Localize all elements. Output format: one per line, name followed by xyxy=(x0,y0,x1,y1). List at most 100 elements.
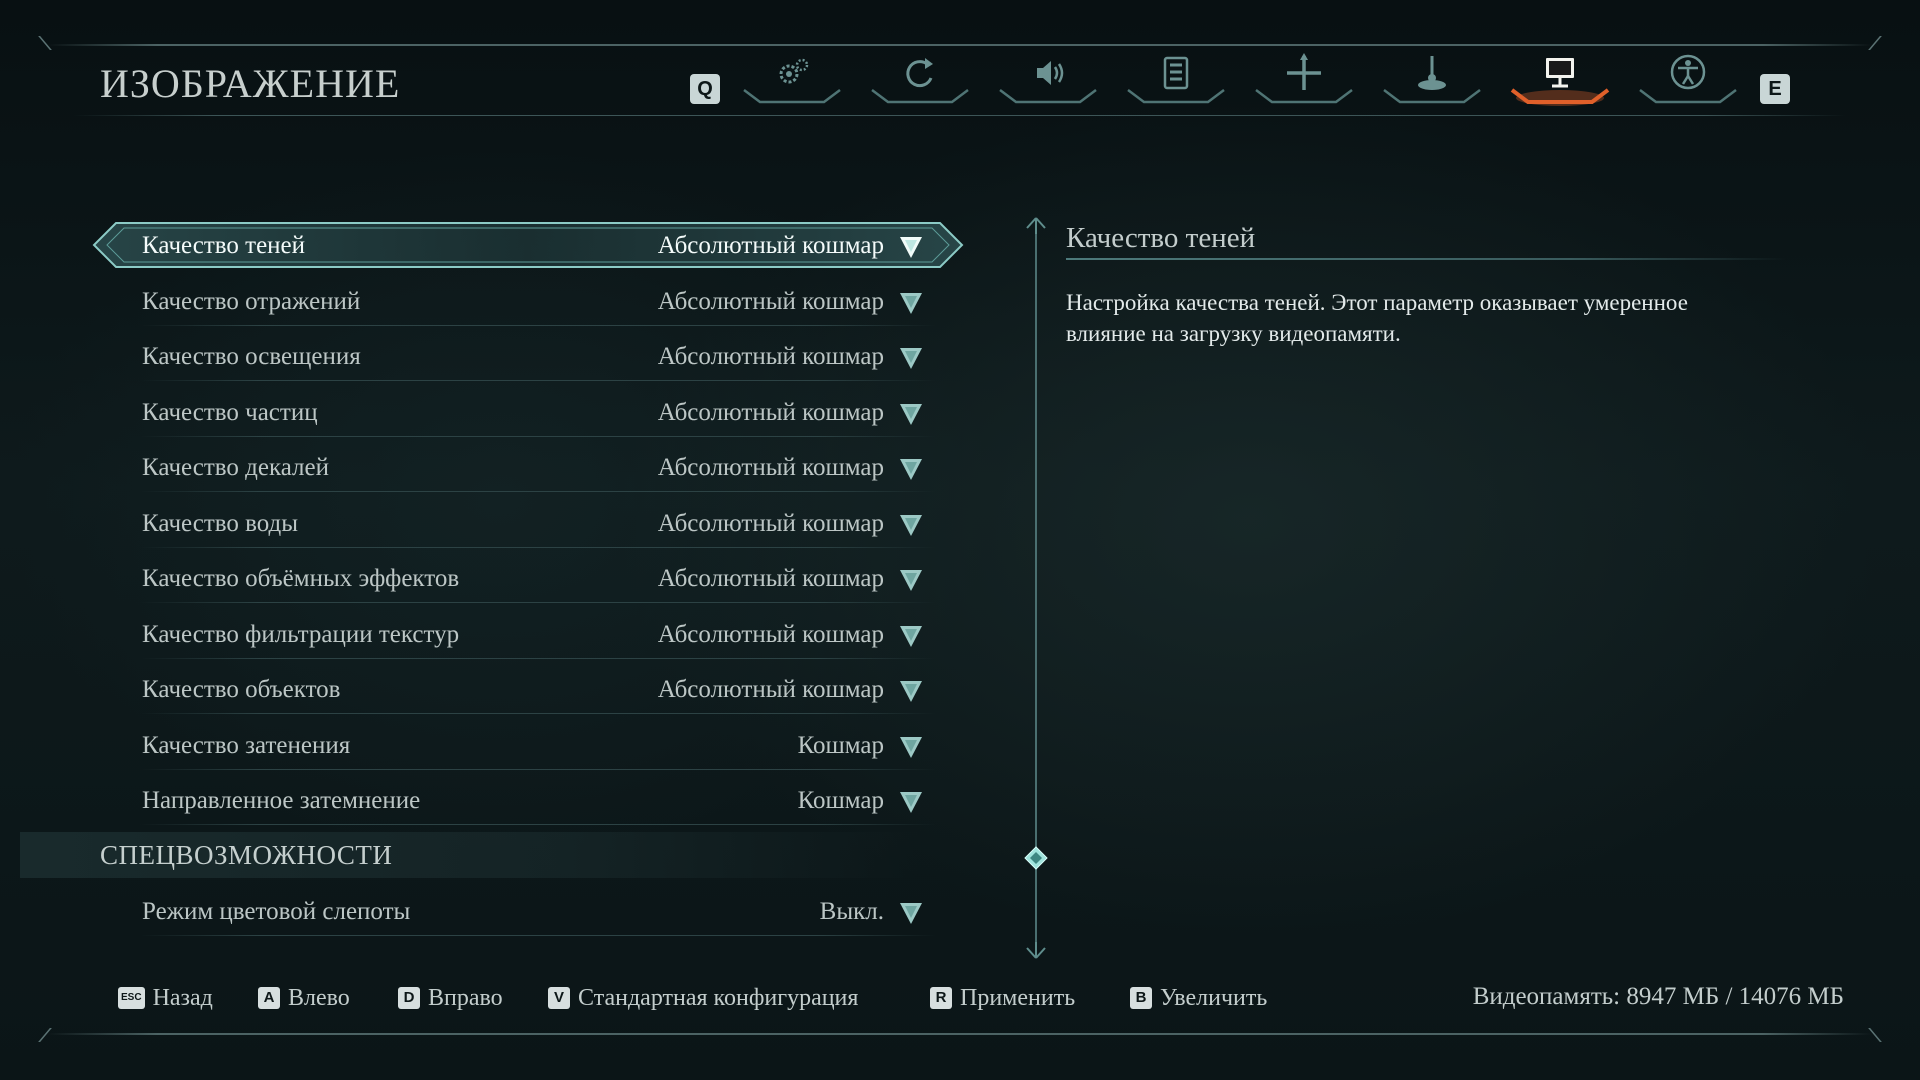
setting-row[interactable]: Качество затенения Кошмар xyxy=(140,722,936,770)
setting-value[interactable]: Абсолютный кошмар xyxy=(658,621,884,649)
row-divider xyxy=(140,824,936,825)
tab-joystick[interactable] xyxy=(1380,52,1484,108)
setting-value[interactable]: Кошмар xyxy=(798,787,884,815)
dropdown-arrow-icon[interactable] xyxy=(898,678,924,704)
footer-action-применить[interactable]: R Применить xyxy=(930,983,1075,1013)
footer-action-label: Влево xyxy=(288,984,350,1011)
setting-value[interactable]: Абсолютный кошмар xyxy=(658,565,884,593)
setting-label: Режим цветовой слепоты xyxy=(142,898,411,925)
row-divider xyxy=(140,435,936,437)
scroll-cap-top-icon xyxy=(1026,217,1046,234)
dropdown-arrow-icon[interactable] xyxy=(898,345,924,371)
speaker-icon xyxy=(999,61,1097,104)
footer-action-стандартная конфигурация[interactable]: V Стандартная конфигурация xyxy=(548,983,858,1013)
footer-action-label: Увеличить xyxy=(1160,984,1268,1011)
setting-row[interactable]: Режим цветовой слепоты Выкл. xyxy=(140,888,936,936)
key-hint: B xyxy=(1130,987,1152,1009)
setting-row[interactable]: Качество теней Абсолютный кошмар xyxy=(140,222,936,270)
footer-action-вправо[interactable]: D Вправо xyxy=(398,983,503,1013)
vram-usage: Видеопамять: 8947 МБ / 14076 МБ xyxy=(1472,983,1844,1010)
dropdown-arrow-icon[interactable] xyxy=(898,623,924,649)
key-hint: A xyxy=(258,987,280,1009)
setting-row[interactable]: Качество освещения Абсолютный кошмар xyxy=(140,333,936,381)
frame-corner xyxy=(1856,36,1882,50)
key-hint: V xyxy=(548,987,570,1009)
accessibility-icon xyxy=(1639,54,1737,104)
row-divider xyxy=(140,935,936,936)
frame-corner xyxy=(1856,1028,1882,1042)
setting-value[interactable]: Кошмар xyxy=(798,732,884,760)
tab-crosshair[interactable] xyxy=(1252,52,1356,108)
detail-description: Настройка качества теней. Этот параметр … xyxy=(1066,290,1688,346)
tab-monitor[interactable] xyxy=(1508,52,1612,108)
scrollbar[interactable] xyxy=(1022,216,1050,960)
row-divider xyxy=(140,713,936,714)
gears-icon xyxy=(743,58,841,104)
footer-action-label: Вправо xyxy=(428,984,503,1011)
setting-value[interactable]: Абсолютный кошмар xyxy=(658,510,884,538)
frame-corner xyxy=(38,1028,64,1042)
setting-value[interactable]: Абсолютный кошмар xyxy=(658,232,884,260)
tab-accessibility[interactable] xyxy=(1636,52,1740,108)
footer-action-назад[interactable]: ESC Назад xyxy=(118,983,213,1013)
scroll-thumb[interactable] xyxy=(1024,846,1048,870)
dropdown-arrow-icon[interactable] xyxy=(898,290,924,316)
scroll-track[interactable] xyxy=(1035,230,1037,948)
page-title: ИЗОБРАЖЕНИЕ xyxy=(100,61,401,106)
setting-label: Качество объектов xyxy=(142,676,341,703)
setting-row[interactable]: Качество объектов Абсолютный кошмар xyxy=(140,666,936,714)
footer-action-label: Стандартная конфигурация xyxy=(578,984,859,1011)
dropdown-arrow-icon[interactable] xyxy=(898,234,924,260)
setting-row[interactable]: Качество декалей Абсолютный кошмар xyxy=(140,444,936,492)
header-divider xyxy=(74,115,1846,116)
row-divider xyxy=(140,768,936,770)
monitor-icon xyxy=(1510,58,1610,106)
frame-corner xyxy=(38,36,64,50)
row-divider xyxy=(140,380,936,381)
setting-label: Качество освещения xyxy=(142,343,361,370)
setting-label: Качество теней xyxy=(142,232,306,259)
footer-action-влево[interactable]: A Влево xyxy=(258,983,350,1013)
setting-row[interactable]: Качество воды Абсолютный кошмар xyxy=(140,500,936,548)
tab-speaker[interactable] xyxy=(996,52,1100,108)
setting-row[interactable]: Качество фильтрации текстур Абсолютный ко… xyxy=(140,611,936,659)
key-hint: D xyxy=(398,987,420,1009)
dropdown-arrow-icon[interactable] xyxy=(898,456,924,482)
footer-action-label: Назад xyxy=(152,984,213,1011)
setting-row[interactable]: Качество отражений Абсолютный кошмар xyxy=(140,278,936,326)
detail-divider xyxy=(1066,258,1786,260)
setting-label: Качество объёмных эффектов xyxy=(142,565,460,592)
tab-gears[interactable] xyxy=(740,52,844,108)
setting-value[interactable]: Абсолютный кошмар xyxy=(658,676,884,704)
footer-action-увеличить[interactable]: B Увеличить xyxy=(1130,983,1267,1013)
next-tab-key[interactable]: E xyxy=(1760,74,1790,104)
setting-row[interactable]: Направленное затемнение Кошмар xyxy=(140,777,936,825)
setting-row[interactable]: Качество частиц Абсолютный кошмар xyxy=(140,389,936,437)
setting-label: Качество декалей xyxy=(142,454,329,481)
tab-list[interactable] xyxy=(1124,52,1228,108)
list-icon xyxy=(1127,56,1225,104)
setting-label: Направленное затемнение xyxy=(142,787,421,814)
bottom-frame-line xyxy=(48,1033,1872,1035)
dropdown-arrow-icon[interactable] xyxy=(898,567,924,593)
dropdown-arrow-icon[interactable] xyxy=(898,512,924,538)
setting-value[interactable]: Абсолютный кошмар xyxy=(658,288,884,316)
prev-tab-key[interactable]: Q xyxy=(690,74,720,104)
setting-value[interactable]: Выкл. xyxy=(820,898,884,926)
row-divider xyxy=(140,546,936,548)
tab-rotate[interactable] xyxy=(868,52,972,108)
setting-value[interactable]: Абсолютный кошмар xyxy=(658,343,884,371)
setting-value[interactable]: Абсолютный кошмар xyxy=(658,454,884,482)
row-divider xyxy=(140,491,936,492)
setting-value[interactable]: Абсолютный кошмар xyxy=(658,399,884,427)
dropdown-arrow-icon[interactable] xyxy=(898,734,924,760)
setting-label: Качество затенения xyxy=(142,731,351,759)
setting-label: Качество частиц xyxy=(142,398,318,426)
crosshair-icon xyxy=(1255,53,1353,104)
scroll-cap-bottom-icon xyxy=(1026,942,1046,959)
dropdown-arrow-icon[interactable] xyxy=(898,789,924,815)
dropdown-arrow-icon[interactable] xyxy=(898,900,924,926)
setting-row[interactable]: Качество объёмных эффектов Абсолютный кош… xyxy=(140,555,936,603)
dropdown-arrow-icon[interactable] xyxy=(898,401,924,427)
key-hint: R xyxy=(930,987,952,1009)
